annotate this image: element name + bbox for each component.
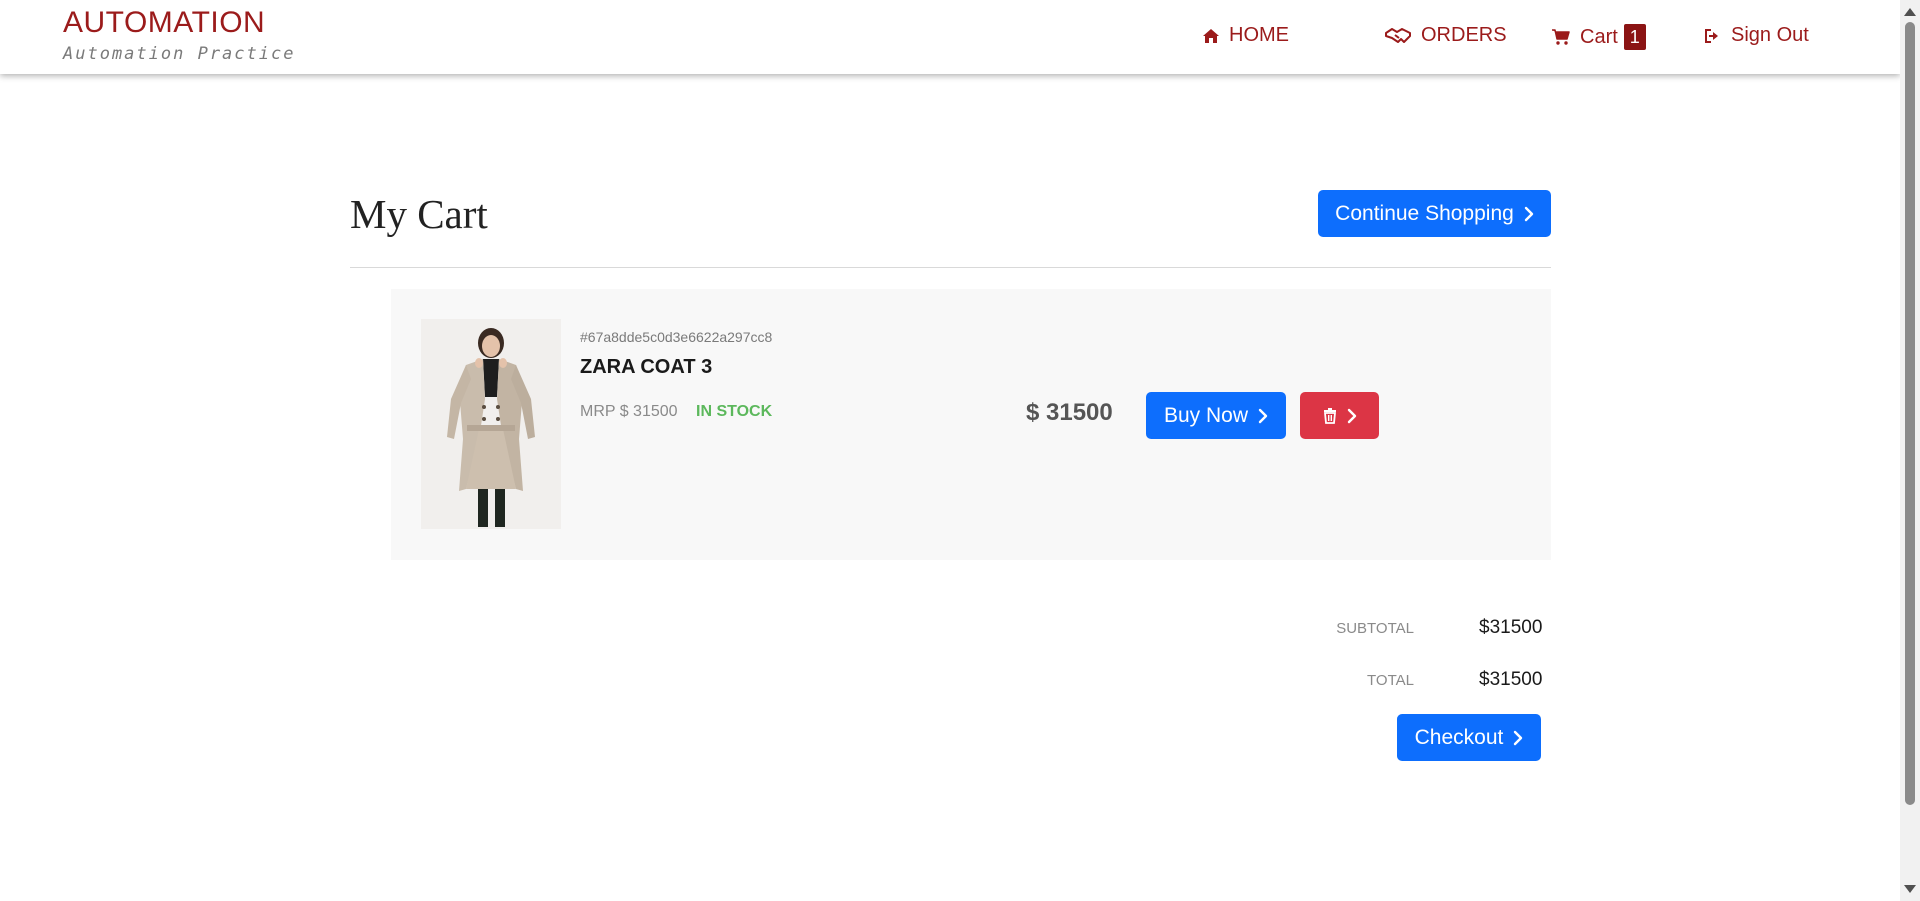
page-title: My Cart xyxy=(350,191,488,237)
stock-status: IN STOCK xyxy=(696,403,773,420)
nav-orders-button[interactable]: ORDERS xyxy=(1384,24,1507,47)
total-value: $31500 xyxy=(1479,669,1543,690)
page-scrollbar[interactable] xyxy=(1900,0,1920,901)
sign-out-icon xyxy=(1705,28,1718,43)
chevron-right-icon xyxy=(1514,730,1523,745)
cart-icon xyxy=(1552,29,1570,45)
delete-item-button[interactable] xyxy=(1300,392,1379,439)
checkout-button[interactable]: Checkout xyxy=(1397,714,1541,761)
product-price: $ 31500 xyxy=(1026,399,1113,426)
page: AUTOMATION Automation Practice HOME ORDE… xyxy=(0,0,1920,901)
nav-signout-button[interactable]: Sign Out xyxy=(1704,24,1809,47)
cart-count-badge: 1 xyxy=(1623,24,1646,50)
nav-cart-label: Cart xyxy=(1580,25,1618,48)
subtotal-label: SUBTOTAL xyxy=(1336,620,1414,637)
nav-cart-button[interactable]: Cart 1 xyxy=(1551,24,1646,50)
brand-subtitle: Automation Practice xyxy=(63,44,296,64)
home-icon xyxy=(1203,28,1219,43)
product-name: ZARA COAT 3 xyxy=(580,356,713,378)
continue-shopping-button[interactable]: Continue Shopping xyxy=(1318,190,1551,237)
handshake-icon xyxy=(1385,27,1411,43)
nav-orders-label: ORDERS xyxy=(1421,24,1507,46)
chevron-right-icon xyxy=(1524,206,1534,221)
nav-home-label: HOME xyxy=(1229,24,1289,46)
nav-home-button[interactable]: HOME xyxy=(1202,24,1289,47)
nav-signout-label: Sign Out xyxy=(1731,24,1809,46)
brand-title: AUTOMATION xyxy=(63,6,266,39)
chevron-right-icon xyxy=(1258,408,1268,423)
continue-shopping-label: Continue Shopping xyxy=(1335,201,1514,225)
buy-now-label: Buy Now xyxy=(1163,403,1249,427)
product-id: #67a8dde5c0d3e6622a297cc8 xyxy=(580,329,773,345)
scroll-down-arrow-icon[interactable] xyxy=(1904,885,1916,893)
brand-logo[interactable]: AUTOMATION Automation Practice xyxy=(63,6,295,64)
buy-now-button[interactable]: Buy Now xyxy=(1146,392,1286,439)
header-divider xyxy=(350,267,1551,268)
product-mrp: MRP $ 31500 xyxy=(580,403,678,420)
scroll-up-arrow-icon[interactable] xyxy=(1904,8,1916,16)
total-label: TOTAL xyxy=(1367,672,1414,689)
subtotal-value: $31500 xyxy=(1479,617,1543,638)
chevron-right-icon xyxy=(1347,408,1356,423)
product-image xyxy=(421,319,561,529)
checkout-label: Checkout xyxy=(1414,725,1504,749)
trash-icon xyxy=(1323,407,1336,424)
scrollbar-thumb[interactable] xyxy=(1905,22,1915,805)
top-navbar: AUTOMATION Automation Practice HOME ORDE… xyxy=(0,0,1900,74)
